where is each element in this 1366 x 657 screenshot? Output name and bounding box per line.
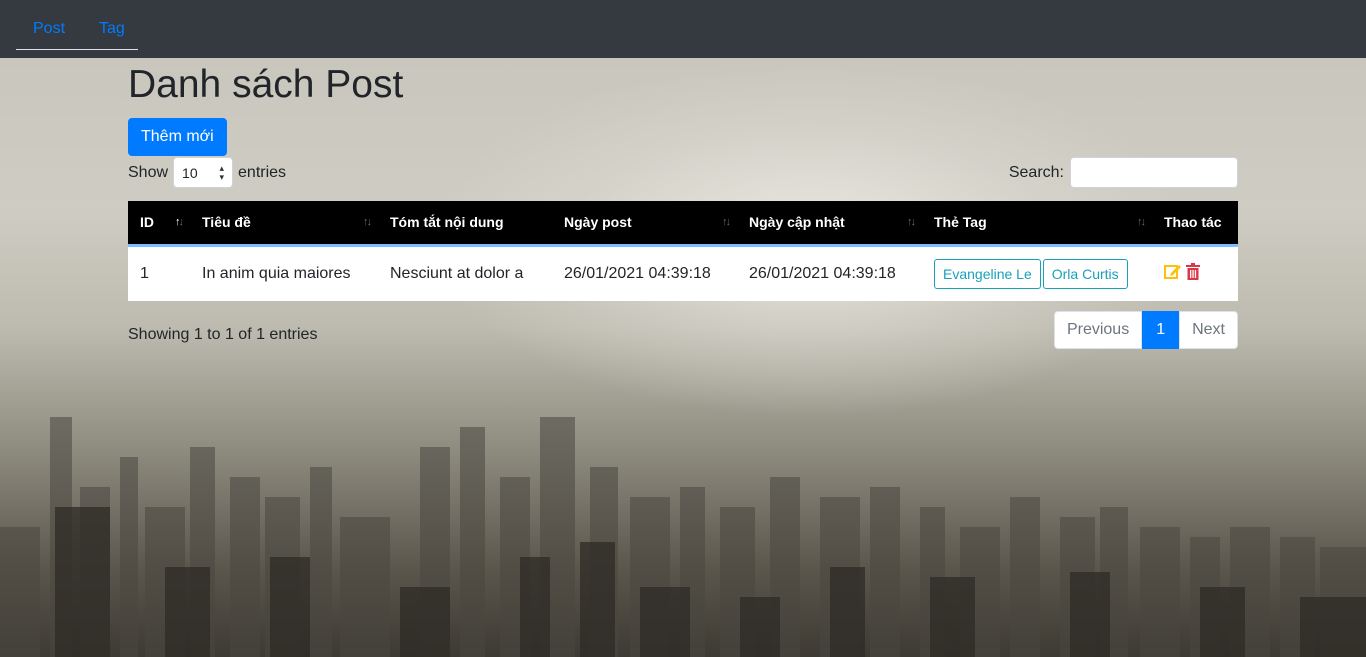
pagination-previous[interactable]: Previous <box>1053 311 1143 349</box>
nav-link-tag[interactable]: Tag <box>82 10 142 50</box>
col-header-actions: Thao tác <box>1164 214 1222 231</box>
cell-id: 1 <box>140 264 149 282</box>
select-caret-icon: ▴ ▾ <box>219 162 225 182</box>
col-header-summary[interactable]: Tóm tắt nội dung <box>378 201 552 245</box>
cell-updated: 26/01/2021 04:39:18 <box>749 264 896 282</box>
sort-icon: ↑↓ <box>722 216 731 228</box>
search-control: Search: <box>1009 157 1238 188</box>
main-content: Danh sách Post Thêm mới Show 10 ▴ ▾ entri… <box>128 58 1238 361</box>
search-label: Search: <box>1008 163 1064 181</box>
length-suffix: entries <box>238 163 287 181</box>
length-prefix: Show <box>128 163 169 181</box>
search-input[interactable] <box>1070 157 1238 188</box>
posts-table: ID ↑↓ Tiêu đề ↑↓ Tóm tắt nội dung Ngày p… <box>128 201 1238 301</box>
sort-icon: ↑↓ <box>907 216 916 228</box>
col-header-updated[interactable]: Ngày cập nhật ↑↓ <box>737 201 922 245</box>
cell-posted: 26/01/2021 04:39:18 <box>564 264 711 282</box>
pagination: Previous 1 Next <box>1053 311 1238 349</box>
col-header-posted[interactable]: Ngày post ↑↓ <box>552 201 737 245</box>
tag-badge[interactable]: Evangeline Le <box>934 258 1041 289</box>
entries-select-value: 10 <box>182 164 198 181</box>
table-info: Showing 1 to 1 of 1 entries <box>128 326 318 343</box>
sort-icon: ↑↓ <box>363 216 372 228</box>
col-header-id[interactable]: ID ↑↓ <box>128 201 190 245</box>
sort-icon: ↑↓ <box>1137 216 1146 228</box>
add-post-button[interactable]: Thêm mới <box>128 118 227 156</box>
nav-link-post[interactable]: Post <box>16 10 82 50</box>
edit-icon[interactable] <box>1164 263 1182 285</box>
trash-icon[interactable] <box>1186 262 1200 285</box>
cell-tags: Evangeline Le Orla Curtis <box>922 245 1152 301</box>
length-control: Show 10 ▴ ▾ entries <box>128 157 286 188</box>
navbar: Post Tag <box>0 0 1366 58</box>
col-header-tags[interactable]: Thẻ Tag ↑↓ <box>922 201 1152 245</box>
cell-title: In anim quia maiores <box>202 264 351 282</box>
pagination-next[interactable]: Next <box>1179 311 1238 349</box>
tag-badge[interactable]: Orla Curtis <box>1042 258 1128 289</box>
table-header-row: ID ↑↓ Tiêu đề ↑↓ Tóm tắt nội dung Ngày p… <box>128 201 1238 245</box>
page-title: Danh sách Post <box>128 63 404 106</box>
pagination-page-1[interactable]: 1 <box>1142 311 1180 349</box>
cell-actions <box>1152 245 1238 301</box>
col-header-title[interactable]: Tiêu đề ↑↓ <box>190 201 378 245</box>
entries-select[interactable]: 10 ▴ ▾ <box>173 157 234 188</box>
sort-asc-icon: ↑↓ <box>175 216 184 228</box>
table-controls: Show 10 ▴ ▾ entries Search: <box>128 157 1238 201</box>
table-row: 1 In anim quia maiores Nesciunt at dolor… <box>128 245 1238 301</box>
cell-summary: Nesciunt at dolor a <box>390 264 524 282</box>
nav-tabs: Post Tag <box>16 10 138 50</box>
table-footer: Showing 1 to 1 of 1 entries Previous 1 N… <box>128 301 1238 361</box>
